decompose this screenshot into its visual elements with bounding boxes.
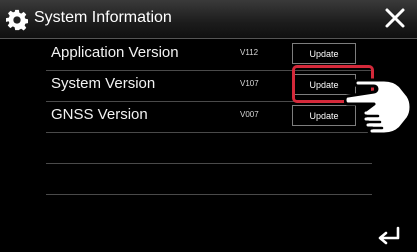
row-label: System Version — [51, 75, 156, 92]
version-value: V007 — [240, 110, 259, 119]
row-label: GNSS Version — [51, 106, 148, 123]
version-value: V112 — [240, 48, 259, 57]
title-bar: System Information — [0, 0, 417, 39]
update-button[interactable]: Update — [292, 43, 356, 64]
page-title: System Information — [34, 9, 172, 26]
hand-pointer-icon — [344, 78, 413, 136]
close-icon[interactable] — [383, 6, 407, 30]
list-item-gnss-version: GNSS Version V007 Update — [46, 102, 372, 133]
gear-icon — [6, 9, 28, 31]
row-label: Application Version — [51, 44, 179, 61]
list-item-empty — [46, 133, 372, 164]
version-list: Application Version V112 Update System V… — [46, 40, 372, 195]
version-value: V107 — [240, 79, 259, 88]
list-item-empty — [46, 164, 372, 195]
back-arrow-icon[interactable] — [376, 226, 402, 246]
